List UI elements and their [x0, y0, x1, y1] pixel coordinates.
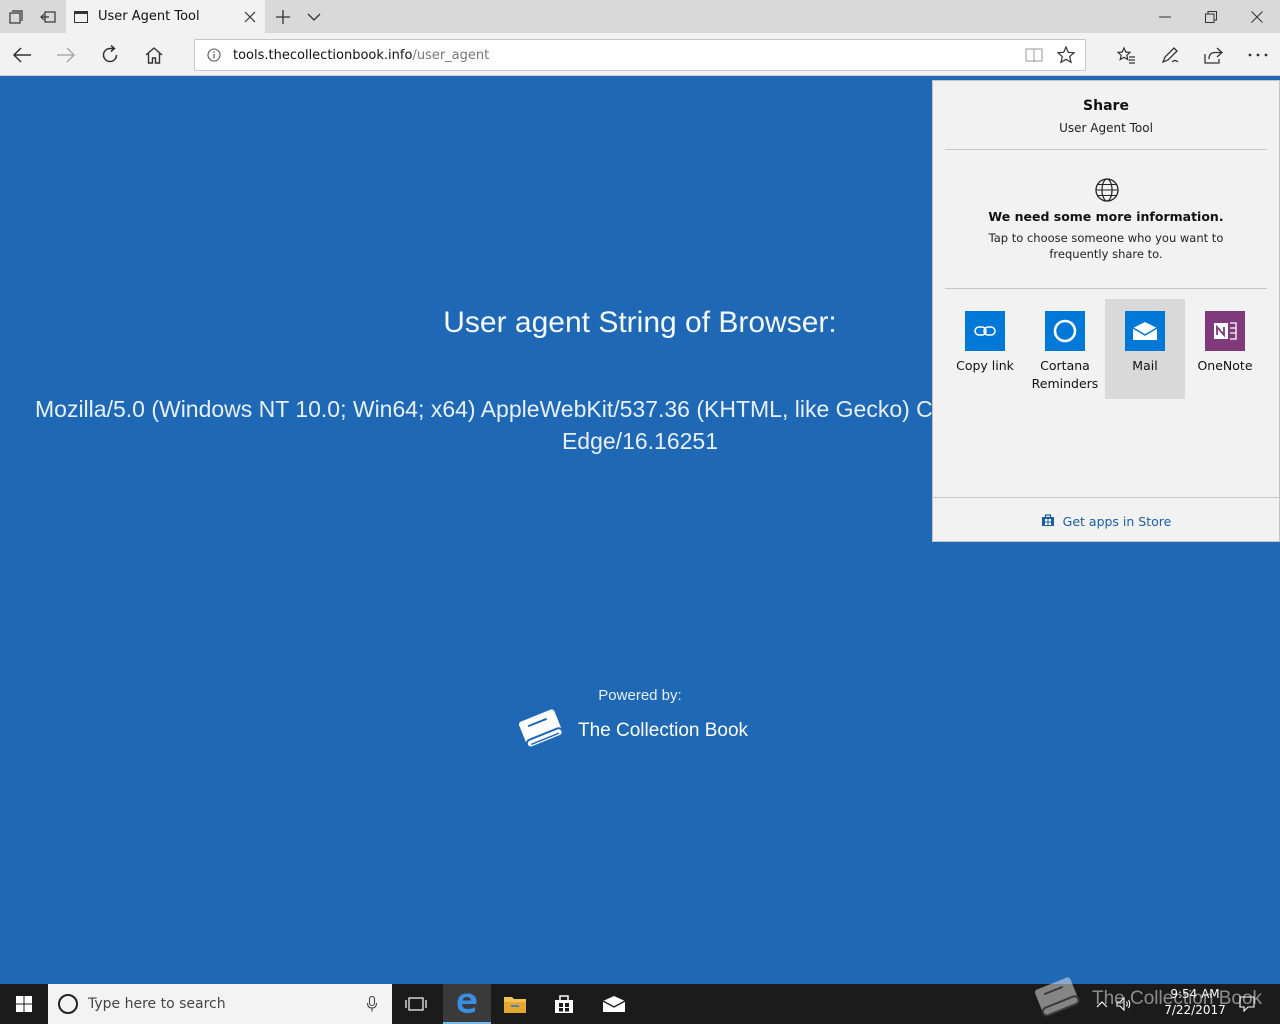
forward-icon[interactable]: [44, 33, 88, 76]
store-link-text: Get apps in Store: [1062, 514, 1172, 529]
watermark-text: The Collection Book: [1092, 988, 1263, 1009]
site-info-icon[interactable]: [195, 48, 233, 62]
navigation-bar: tools.thecollectionbook.info/user_agent: [0, 33, 1280, 76]
search-placeholder: Type here to search: [88, 996, 226, 1012]
reading-view-icon[interactable]: [1018, 40, 1050, 70]
share-app-onenote[interactable]: OneNote: [1185, 299, 1265, 399]
store-icon: [1041, 512, 1055, 531]
app-label: Mail: [1132, 358, 1158, 373]
favorites-hub-icon[interactable]: [1104, 33, 1148, 76]
brand-link[interactable]: The Collection Book: [514, 706, 748, 756]
favorite-star-icon[interactable]: [1050, 40, 1082, 70]
share-panel: Share User Agent Tool We need some more …: [932, 80, 1280, 542]
onenote-icon: [1205, 311, 1245, 351]
mail-app-icon[interactable]: [590, 984, 638, 1024]
share-app-mail[interactable]: Mail: [1105, 299, 1185, 399]
app-label: Cortana Reminders: [1031, 358, 1099, 391]
page-icon: [74, 10, 88, 23]
microphone-icon[interactable]: [352, 996, 392, 1012]
info-description[interactable]: Tap to choose someone who you want to fr…: [963, 230, 1249, 262]
set-tabs-aside-icon[interactable]: [32, 0, 64, 33]
watermark: The Collection Book: [1030, 974, 1270, 1024]
share-app-cortana-reminders[interactable]: Cortana Reminders: [1025, 299, 1105, 399]
task-view-icon[interactable]: [392, 984, 440, 1024]
store-app-icon[interactable]: [540, 984, 588, 1024]
cortana-icon: [1045, 311, 1085, 351]
refresh-icon[interactable]: [88, 33, 132, 76]
close-window-icon[interactable]: [1234, 0, 1280, 33]
book-logo-icon: [514, 705, 566, 757]
new-tab-icon[interactable]: [267, 0, 299, 33]
get-apps-in-store-link[interactable]: Get apps in Store: [933, 512, 1279, 531]
edge-browser-icon[interactable]: [443, 984, 491, 1024]
divider: [945, 288, 1267, 289]
minimize-icon[interactable]: [1142, 0, 1188, 33]
chevron-down-icon[interactable]: [298, 0, 330, 33]
cortana-search-icon: [58, 994, 78, 1014]
share-subtitle: User Agent Tool: [1059, 121, 1153, 135]
url-host: tools.thecollectionbook.info: [233, 47, 413, 63]
web-note-pen-icon[interactable]: [1148, 33, 1192, 76]
back-icon[interactable]: [0, 33, 44, 76]
watermark-book-icon: [1030, 973, 1082, 1024]
taskbar-search-box[interactable]: Type here to search: [48, 984, 392, 1024]
tab-actions-icon[interactable]: [0, 0, 32, 33]
url-path: /user_agent: [412, 47, 490, 63]
close-tab-icon[interactable]: [235, 0, 265, 33]
brand-name: The Collection Book: [578, 720, 749, 741]
restore-icon[interactable]: [1188, 0, 1234, 33]
share-app-copy-link[interactable]: Copy link: [945, 299, 1025, 399]
app-label: OneNote: [1197, 358, 1253, 373]
powered-by-label: Powered by:: [598, 687, 682, 704]
link-icon: [965, 311, 1005, 351]
tab-title: User Agent Tool: [98, 9, 200, 24]
share-title: Share: [1083, 98, 1129, 114]
more-options-icon[interactable]: [1236, 33, 1280, 76]
divider: [945, 149, 1267, 150]
file-explorer-icon[interactable]: [491, 984, 539, 1024]
active-tab[interactable]: User Agent Tool: [66, 0, 265, 33]
share-icon[interactable]: [1192, 33, 1236, 76]
app-label: Copy link: [956, 358, 1014, 373]
globe-icon: [1094, 177, 1120, 203]
tab-bar: User Agent Tool: [0, 0, 1280, 33]
mail-icon: [1125, 311, 1165, 351]
address-bar[interactable]: tools.thecollectionbook.info/user_agent: [194, 39, 1086, 71]
divider: [933, 497, 1279, 498]
home-icon[interactable]: [132, 33, 176, 76]
info-title: We need some more information.: [988, 209, 1224, 224]
windows-start-icon[interactable]: [0, 984, 48, 1024]
